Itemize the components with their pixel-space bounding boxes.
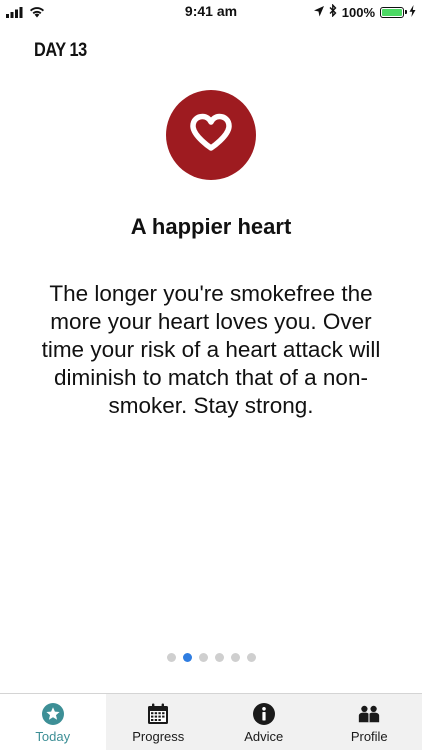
battery-icon [380,6,407,18]
card-title: A happier heart [130,214,292,239]
page-dot[interactable] [198,653,208,662]
heart-badge [166,90,256,180]
tab-today[interactable]: Today [0,694,106,750]
tab-today-label: Today [35,729,71,744]
tab-profile-label: Profile [350,729,388,744]
card-body: The longer you're smokefree the more you… [41,281,381,418]
status-right: 100% [313,3,416,20]
page-dot[interactable] [182,653,192,662]
tab-profile[interactable]: Profile [317,694,422,750]
tab-progress-label: Progress [132,729,185,744]
page-indicator[interactable] [0,653,422,662]
heart-icon [189,113,233,158]
tab-advice-label: Advice [244,729,284,744]
screen: 9:41 am 100% DAY 13 A happier heart The … [0,0,422,750]
info-icon [252,702,276,726]
location-arrow-icon [313,5,324,20]
page-dot[interactable] [214,653,224,662]
page-dot[interactable] [246,653,256,662]
calendar-icon [146,702,170,726]
tab-bar: Today Progress Advice Profile [0,693,422,750]
charging-icon [409,4,416,20]
battery-percent: 100% [341,4,375,20]
page-dot[interactable] [230,653,240,662]
day-label: DAY 13 [34,40,87,61]
bluetooth-icon [329,3,337,20]
people-icon [357,702,381,726]
status-bar: 9:41 am 100% [0,0,422,24]
battery-fill [382,8,402,16]
tab-advice[interactable]: Advice [211,694,317,750]
page-dot[interactable] [166,653,176,662]
star-badge-icon [41,702,65,726]
tab-progress[interactable]: Progress [106,694,212,750]
